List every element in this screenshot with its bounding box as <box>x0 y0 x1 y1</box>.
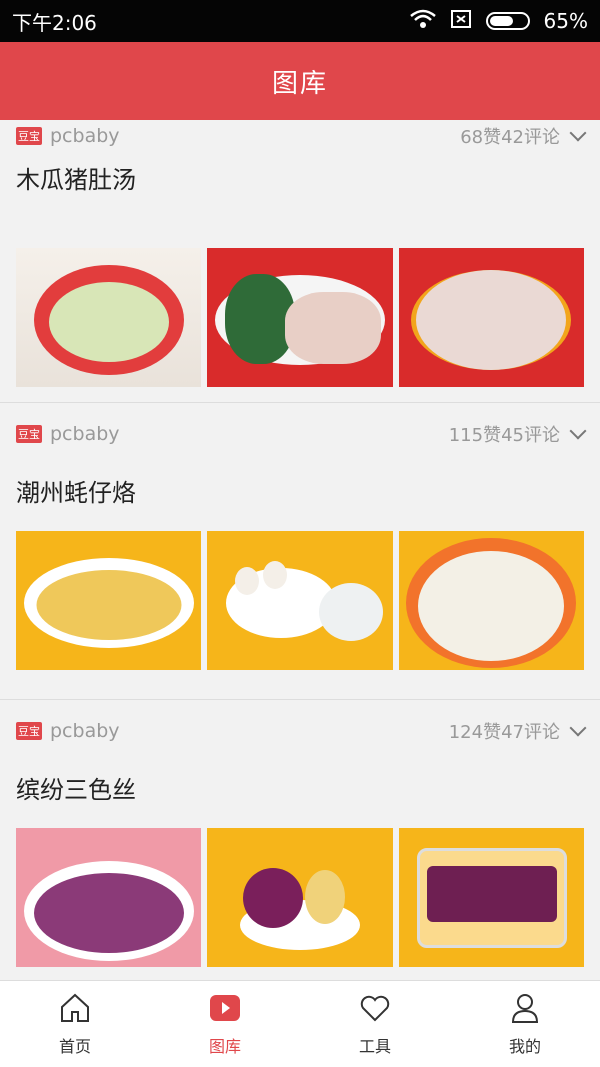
post-title[interactable]: 缤纷三色丝 <box>0 762 600 812</box>
post-photo[interactable] <box>398 248 584 387</box>
profile-icon <box>508 991 542 1029</box>
gallery-icon <box>208 991 242 1029</box>
post-stats: 115赞45评论 <box>448 425 560 446</box>
tab-label: 工具 <box>358 1037 391 1056</box>
post-photo[interactable] <box>16 248 202 387</box>
post-header: 豆宝 pcbaby 115赞45评论 <box>0 403 600 465</box>
chevron-down-icon[interactable] <box>569 719 587 737</box>
post-photos <box>0 531 600 670</box>
post-author[interactable]: pcbaby <box>50 423 449 445</box>
status-time: 下午2:06 <box>12 10 97 35</box>
post-photo[interactable] <box>398 531 584 670</box>
post-photo[interactable] <box>207 531 393 670</box>
post-header: 豆宝 pcbaby 124赞47评论 <box>0 700 600 762</box>
battery-percent: 65% <box>543 9 588 33</box>
post-card[interactable]: 豆宝 pcbaby 68赞42评论 木瓜猪肚汤 <box>0 120 600 403</box>
chevron-down-icon[interactable] <box>569 422 587 440</box>
post-card[interactable]: 豆宝 pcbaby 124赞47评论 缤纷三色丝 <box>0 700 600 980</box>
status-bar: 下午2:06 65% <box>0 0 600 42</box>
no-sim-icon <box>450 9 472 34</box>
post-photo[interactable] <box>207 828 393 967</box>
pcbaby-logo-icon: 豆宝 <box>16 425 42 443</box>
post-stats: 68赞42评论 <box>460 127 560 148</box>
post-stats: 124赞47评论 <box>448 722 560 743</box>
post-photos <box>0 248 600 387</box>
post-photo[interactable] <box>398 828 584 967</box>
pcbaby-logo-icon: 豆宝 <box>16 722 42 740</box>
page-title: 图库 <box>271 68 328 99</box>
tab-tools[interactable]: 工具 <box>300 981 450 1067</box>
tab-label: 首页 <box>58 1037 91 1056</box>
post-card[interactable]: 豆宝 pcbaby 115赞45评论 潮州蚝仔烙 <box>0 403 600 700</box>
post-photos <box>0 828 600 967</box>
pcbaby-logo-icon: 豆宝 <box>16 127 42 145</box>
heart-icon <box>358 991 392 1029</box>
tab-home[interactable]: 首页 <box>0 981 150 1067</box>
bottom-tab-bar: 首页 图库 工具 我的 <box>0 980 600 1067</box>
post-author[interactable]: pcbaby <box>50 125 460 147</box>
tab-profile[interactable]: 我的 <box>450 981 600 1067</box>
post-title[interactable]: 潮州蚝仔烙 <box>0 465 600 515</box>
post-author[interactable]: pcbaby <box>50 720 449 742</box>
battery-icon <box>485 12 530 30</box>
post-title[interactable]: 木瓜猪肚汤 <box>0 152 600 202</box>
post-photo[interactable] <box>16 531 202 670</box>
gallery-feed[interactable]: 豆宝 pcbaby 68赞42评论 木瓜猪肚汤 豆宝 pcbaby 115赞45… <box>0 120 600 980</box>
app-header: 图库 <box>0 42 600 120</box>
post-photo[interactable] <box>16 828 202 967</box>
post-header: 豆宝 pcbaby 68赞42评论 <box>0 120 600 152</box>
chevron-down-icon[interactable] <box>569 124 587 142</box>
wifi-icon <box>409 9 436 34</box>
home-icon <box>58 991 92 1029</box>
tab-label: 我的 <box>508 1037 541 1056</box>
tab-label: 图库 <box>208 1037 241 1056</box>
post-photo[interactable] <box>207 248 393 387</box>
tab-gallery[interactable]: 图库 <box>150 981 300 1067</box>
